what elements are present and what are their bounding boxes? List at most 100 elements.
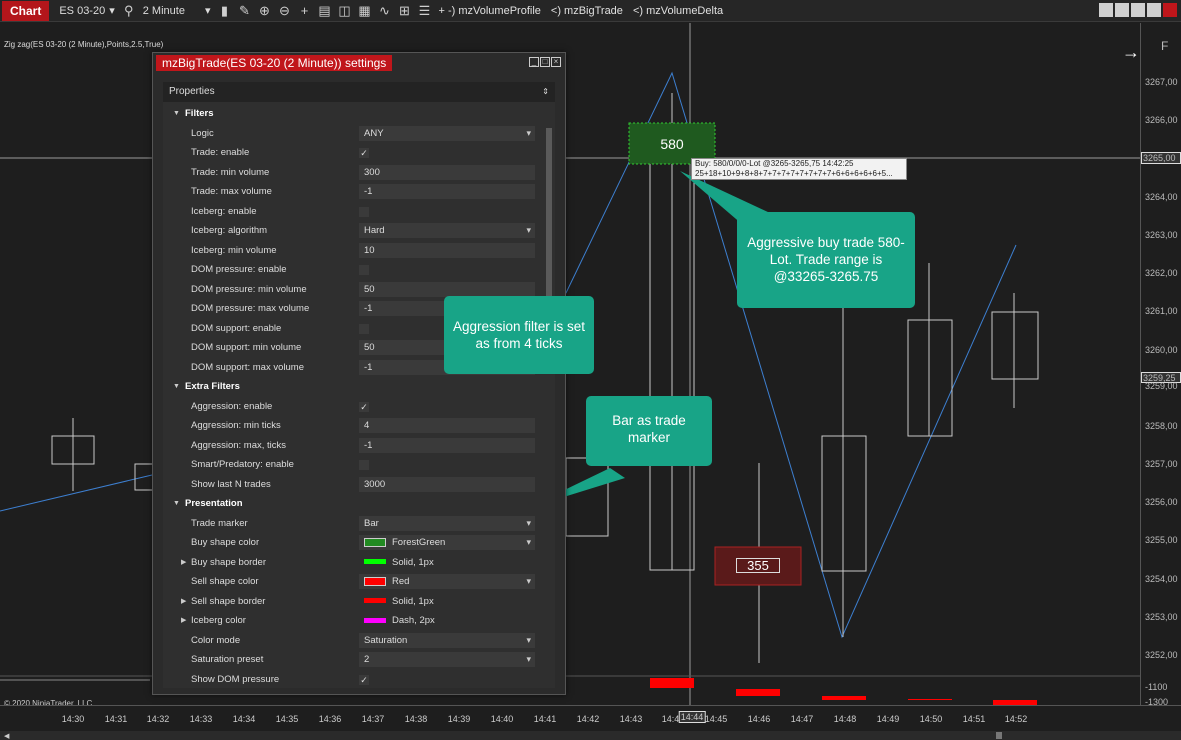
property-row[interactable]: Aggression: min ticks 4	[163, 416, 543, 435]
indicator-toggle-volume-profile[interactable]: + -) mzVolumeProfile	[438, 5, 540, 17]
chevron-down-icon[interactable]: ▾	[526, 223, 531, 238]
scroll-left-icon[interactable]: ◀	[4, 732, 9, 740]
indicators-icon[interactable]: ∿	[376, 3, 392, 19]
bar-style-icon[interactable]: ▮	[216, 3, 232, 19]
property-input[interactable]: 300	[359, 164, 535, 180]
property-dropdown[interactable]: Hard ▾	[359, 223, 535, 238]
expand-right-icon[interactable]: ▶	[181, 611, 186, 630]
property-row[interactable]: Buy shape color ForestGreen ▾	[163, 533, 543, 552]
maximize-icon[interactable]: □	[540, 57, 550, 67]
property-input[interactable]: Solid, 1px	[359, 594, 535, 609]
property-row[interactable]: Saturation preset 2 ▾	[163, 650, 543, 669]
expand-right-icon[interactable]: ▶	[181, 553, 186, 572]
search-icon[interactable]: ⚲	[121, 3, 137, 19]
property-dropdown[interactable]: 2 ▾	[359, 652, 535, 667]
property-row[interactable]: Iceberg: min volume 10	[163, 241, 543, 260]
expand-down-icon[interactable]: ▼	[173, 377, 180, 396]
arrow-right-icon[interactable]: →	[1122, 42, 1140, 63]
property-checkbox[interactable]	[359, 460, 369, 470]
property-input[interactable]: Dash, 2px	[359, 613, 535, 628]
property-dropdown[interactable]: Saturation ▾	[359, 632, 535, 648]
instrument-selector[interactable]: ES 03-20 ▾	[55, 2, 118, 20]
chevron-down-icon[interactable]: ▾	[526, 652, 531, 667]
maximize-icon[interactable]	[1147, 3, 1161, 17]
data-box-icon[interactable]: ▤	[316, 3, 332, 19]
property-row[interactable]: Show last N trades 3000	[163, 475, 543, 494]
chart-horizontal-scrollbar[interactable]: ◀	[0, 731, 1181, 740]
property-row[interactable]: Aggression: max, ticks -1	[163, 436, 543, 455]
property-row[interactable]: ▶ Buy shape border Solid, 1px	[163, 553, 543, 572]
property-row[interactable]: Logic ANY ▾	[163, 124, 543, 143]
time-axis[interactable]: 14:30 14:31 14:32 14:33 14:34 14:35 14:3…	[0, 705, 1181, 731]
chart-menu-button[interactable]: Chart	[2, 1, 50, 21]
property-row[interactable]: ▶ Sell shape border Solid, 1px	[163, 592, 543, 611]
property-row[interactable]: Smart/Predatory: enable	[163, 455, 543, 474]
chevron-down-icon[interactable]: ▾	[526, 126, 531, 141]
draw-pencil-icon[interactable]: ✎	[236, 3, 252, 19]
property-checkbox[interactable]: ✓	[359, 401, 369, 412]
property-row[interactable]: DOM pressure: enable	[163, 260, 543, 279]
scroll-thumb[interactable]	[546, 128, 552, 308]
tile-icon[interactable]	[1099, 3, 1113, 17]
property-row[interactable]: Sell shape color Red ▾	[163, 572, 543, 591]
tile-icon[interactable]	[1115, 3, 1129, 17]
crosshair-icon[interactable]: +	[296, 3, 312, 19]
list-icon[interactable]: ☰	[416, 3, 432, 19]
property-input[interactable]: 3000	[359, 476, 535, 492]
property-category[interactable]: ▼ Presentation	[163, 494, 543, 513]
chevron-down-icon[interactable]: ▾	[526, 633, 531, 648]
minimize-icon[interactable]: _	[529, 57, 539, 67]
interval-selector[interactable]: 2 Minute ▾	[139, 2, 215, 20]
property-input[interactable]: 4	[359, 418, 535, 433]
chevron-down-icon[interactable]: ▾	[526, 574, 531, 589]
price-axis[interactable]: F 3267,00 3266,00 3265,00 3264,00 3263,0…	[1140, 23, 1181, 707]
close-icon[interactable]	[1163, 3, 1177, 17]
property-row[interactable]: Color mode Saturation ▾	[163, 631, 543, 650]
property-checkbox[interactable]: ✓	[359, 148, 369, 158]
property-row[interactable]: Trade marker Bar ▾	[163, 514, 543, 533]
property-dropdown[interactable]: ANY ▾	[359, 125, 535, 141]
property-value: ANY	[364, 127, 384, 139]
property-row[interactable]: ▶ Iceberg color Dash, 2px	[163, 611, 543, 630]
properties-scrollbar[interactable]	[545, 104, 553, 664]
properties-icon[interactable]: ◫	[336, 3, 352, 19]
expand-down-icon[interactable]: ▼	[173, 494, 180, 513]
property-dropdown[interactable]: Red ▾	[359, 574, 535, 589]
property-dropdown[interactable]: Bar ▾	[359, 515, 535, 531]
property-checkbox[interactable]	[359, 265, 369, 275]
chevron-down-icon[interactable]: ▾	[526, 535, 531, 550]
property-checkbox[interactable]: ✓	[359, 674, 369, 685]
property-input[interactable]: Solid, 1px	[359, 555, 535, 570]
chevron-down-icon[interactable]: ▾	[526, 516, 531, 531]
property-row[interactable]: Trade: min volume 300	[163, 163, 543, 182]
property-input[interactable]: 50	[359, 281, 535, 297]
property-checkbox[interactable]	[359, 206, 369, 217]
property-dropdown[interactable]: ForestGreen ▾	[359, 535, 535, 550]
property-category[interactable]: ▼ Filters	[163, 104, 543, 123]
indicator-toggle-big-trade[interactable]: <) mzBigTrade	[551, 5, 623, 17]
property-row[interactable]: Aggression: enable ✓	[163, 397, 543, 416]
property-row[interactable]: Trade: enable ✓	[163, 143, 543, 162]
property-input[interactable]: -1	[359, 437, 535, 453]
dialog-titlebar[interactable]: mzBigTrade(ES 03-20 (2 Minute)) settings…	[153, 53, 565, 73]
zoom-in-icon[interactable]: ⊕	[256, 3, 272, 19]
indicator-toggle-volume-delta[interactable]: <) mzVolumeDelta	[633, 5, 723, 17]
property-row[interactable]: Iceberg: algorithm Hard ▾	[163, 221, 543, 240]
property-checkbox[interactable]	[359, 323, 369, 334]
property-input[interactable]: 10	[359, 242, 535, 258]
expand-down-icon[interactable]: ▼	[173, 104, 180, 123]
minimize-icon[interactable]	[1131, 3, 1145, 17]
property-input[interactable]: -1	[359, 184, 535, 199]
sort-icon[interactable]: ⇕	[542, 82, 549, 102]
expand-right-icon[interactable]: ▶	[181, 592, 186, 611]
close-icon[interactable]: ×	[551, 57, 561, 67]
property-category[interactable]: ▼ Extra Filters	[163, 377, 543, 396]
property-row[interactable]: Iceberg: enable	[163, 202, 543, 221]
zoom-out-icon[interactable]: ⊖	[276, 3, 292, 19]
strategies-icon[interactable]: ⊞	[396, 3, 412, 19]
scroll-thumb[interactable]	[996, 732, 1002, 739]
property-row[interactable]: Trade: max volume -1	[163, 182, 543, 201]
template-icon[interactable]: ▦	[356, 3, 372, 19]
property-value: 10	[364, 244, 375, 256]
property-row[interactable]: Show DOM pressure ✓	[163, 670, 543, 689]
